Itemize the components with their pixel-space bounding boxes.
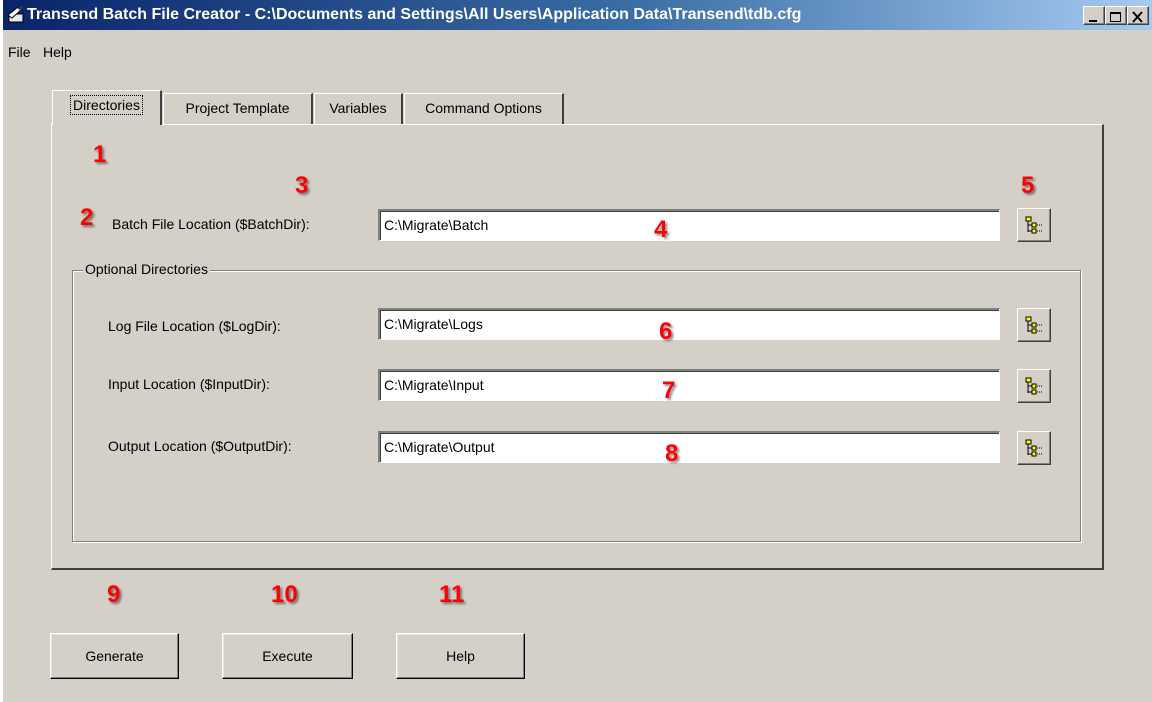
annotation-marker: 2 <box>80 204 94 231</box>
folder-tree-icon <box>1025 316 1042 334</box>
batch-dir-label: Batch File Location ($BatchDir): <box>112 216 310 232</box>
annotation-marker: 7 <box>662 377 676 404</box>
group-title: Optional Directories <box>83 261 210 277</box>
annotation-marker: 5 <box>1021 172 1035 199</box>
input-dir-input[interactable]: C:\Migrate\Input <box>378 369 1000 401</box>
log-dir-label: Log File Location ($LogDir): <box>108 318 281 334</box>
input-dir-label: Input Location ($InputDir): <box>108 376 270 392</box>
folder-tree-icon <box>1025 216 1042 234</box>
annotation-marker: 4 <box>654 216 668 243</box>
annotation-marker: 6 <box>659 318 673 345</box>
annotation-marker: 9 <box>107 581 121 608</box>
annotation-marker: 3 <box>295 172 309 199</box>
annotation-marker: 8 <box>665 440 679 467</box>
annotation-marker: 10 <box>271 581 298 608</box>
app-window: Transend Batch File Creator - C:\Documen… <box>3 0 1152 702</box>
folder-tree-icon <box>1025 439 1042 457</box>
log-dir-input[interactable]: C:\Migrate\Logs <box>378 308 1000 340</box>
input-dir-browse-button[interactable] <box>1017 369 1051 403</box>
batch-dir-browse-button[interactable] <box>1017 208 1051 242</box>
batch-dir-input[interactable]: C:\Migrate\Batch <box>378 209 1000 241</box>
folder-tree-icon <box>1025 377 1042 395</box>
annotation-marker: 1 <box>93 141 107 168</box>
panel-content: Batch File Location ($BatchDir): C:\Migr… <box>3 0 1152 702</box>
output-dir-input[interactable]: C:\Migrate\Output <box>378 431 1000 463</box>
output-dir-browse-button[interactable] <box>1017 431 1051 465</box>
log-dir-browse-button[interactable] <box>1017 308 1051 342</box>
output-dir-label: Output Location ($OutputDir): <box>108 438 292 454</box>
annotation-marker: 11 <box>439 581 465 608</box>
